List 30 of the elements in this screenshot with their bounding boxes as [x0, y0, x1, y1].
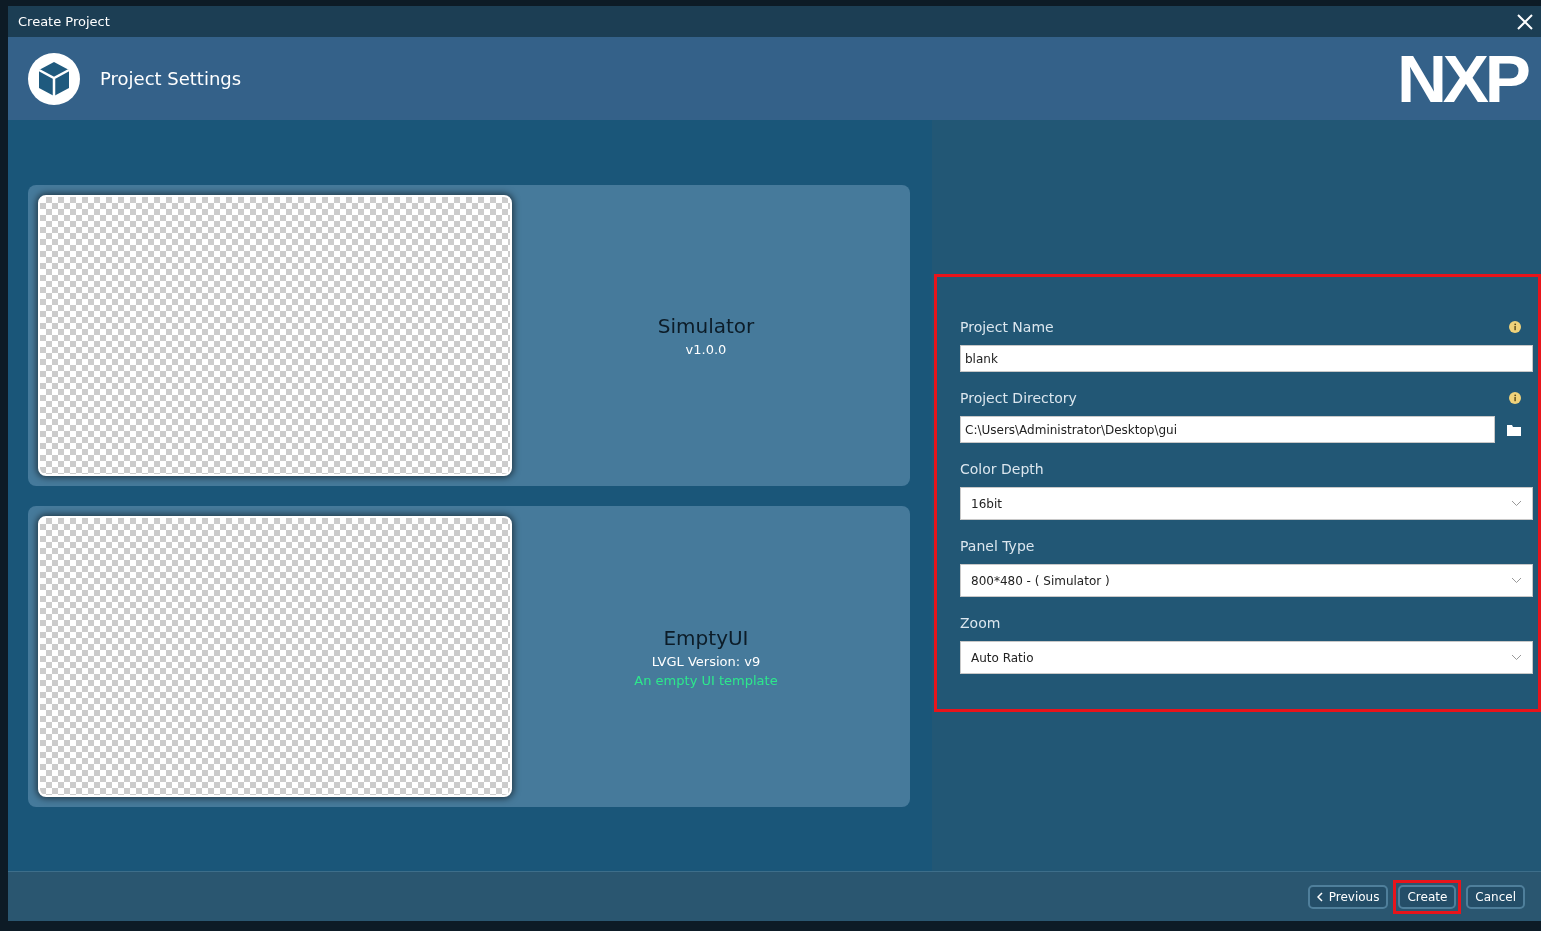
folder-icon[interactable] — [1507, 423, 1521, 436]
page-title: Project Settings — [100, 68, 243, 89]
template-version: v1.0.0 — [685, 342, 727, 357]
template-card[interactable]: Simulator v1.0.0 — [28, 185, 910, 486]
input-field[interactable]: C:\Users\Administrator\Desktop\gui — [960, 416, 1495, 443]
template-name: Simulator — [657, 314, 755, 338]
dropdown[interactable]: Auto Ratio — [960, 641, 1533, 674]
chevron-down-icon — [1511, 500, 1522, 507]
footer-button[interactable]: Create — [1398, 884, 1457, 909]
field-label: Panel Type — [960, 538, 1035, 554]
dropdown[interactable]: 16bit — [960, 487, 1533, 520]
close-button[interactable] — [1515, 11, 1535, 32]
window-title: Create Project — [18, 14, 110, 29]
field-label: Project Directory — [960, 390, 1077, 406]
cube-icon — [28, 52, 80, 105]
field-label: Project Name — [960, 319, 1054, 335]
template-description: An empty UI template — [634, 672, 778, 688]
chevron-down-icon — [1511, 577, 1522, 584]
field-label: Zoom — [960, 615, 1001, 631]
dropdown[interactable]: 800*480 - ( Simulator ) — [960, 564, 1533, 597]
template-version: LVGL Version: v9 — [651, 653, 761, 669]
template-card[interactable]: EmptyUI LVGL Version: v9 An empty UI template — [28, 506, 910, 807]
template-name: EmptyUI — [663, 625, 749, 650]
logo: NXP — [1397, 45, 1528, 112]
chevron-left-icon — [1316, 891, 1323, 902]
input-field[interactable]: blank — [960, 345, 1533, 372]
field-label: Color Depth — [960, 461, 1044, 477]
footer-button[interactable]: Cancel — [1466, 884, 1525, 909]
previous-button[interactable]: Previous — [1307, 884, 1389, 909]
chevron-down-icon — [1511, 654, 1522, 661]
